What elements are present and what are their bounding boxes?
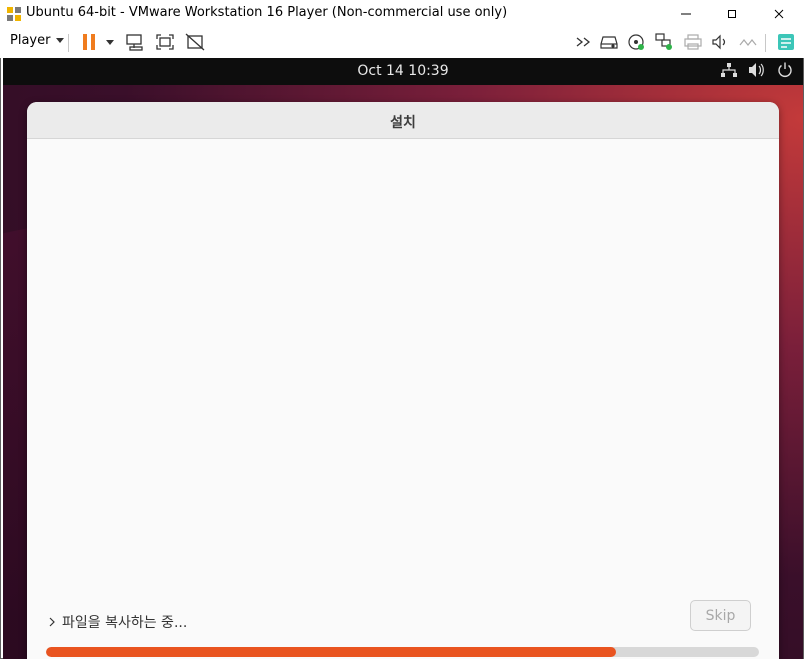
guest-display[interactable]: Oct 14 10:39 설치 파일을 복사하는 중... Skip (3, 58, 803, 659)
pause-icon (83, 34, 95, 50)
player-menu-button[interactable]: Player (10, 33, 65, 48)
hard-disk-button[interactable] (598, 31, 620, 53)
gnome-top-bar: Oct 14 10:39 (3, 58, 803, 85)
close-button[interactable] (756, 0, 802, 28)
network-icon (721, 63, 737, 77)
printer-icon (684, 34, 702, 50)
send-ctrl-alt-del-button[interactable] (124, 31, 146, 53)
pause-button[interactable] (78, 31, 100, 53)
vmware-app-icon (7, 7, 21, 21)
toolbar-divider (68, 34, 69, 52)
more-devices-button[interactable] (573, 31, 595, 53)
chevron-down-icon (56, 38, 65, 43)
minimize-button[interactable] (663, 0, 709, 28)
sound-card-button[interactable] (709, 31, 731, 53)
hard-disk-icon (600, 36, 618, 49)
fullscreen-button[interactable] (154, 31, 176, 53)
unity-button[interactable] (184, 31, 206, 53)
sound-card-icon (712, 34, 726, 50)
cd-dvd-button[interactable] (625, 31, 647, 53)
unity-icon (185, 33, 205, 51)
send-ctrl-alt-del-icon (126, 34, 143, 51)
clock[interactable]: Oct 14 10:39 (3, 63, 803, 79)
status-text: 파일을 복사하는 중... (62, 615, 188, 631)
chevron-right-icon (49, 617, 55, 627)
usb-icon (739, 39, 757, 46)
maximize-icon (728, 10, 736, 18)
window-title: Ubuntu 64-bit - VMware Workstation 16 Pl… (26, 5, 508, 20)
usb-button[interactable] (737, 31, 759, 53)
printer-button[interactable] (682, 31, 704, 53)
message-log-button[interactable] (775, 31, 797, 53)
fullscreen-icon (156, 34, 174, 50)
vmware-toolbar: Player (0, 28, 806, 58)
cd-dvd-icon (628, 34, 644, 50)
player-menu-label: Player (10, 33, 51, 48)
network-adapter-button[interactable] (653, 31, 675, 53)
power-icon (778, 62, 792, 77)
status-expander[interactable]: 파일을 복사하는 중... (49, 612, 187, 632)
installer-window: 설치 파일을 복사하는 중... Skip (27, 102, 779, 659)
install-progress-fill (46, 647, 617, 657)
toolbar-divider (765, 34, 766, 52)
network-adapter-icon (655, 33, 672, 50)
maximize-button[interactable] (709, 0, 755, 28)
volume-icon (749, 63, 764, 77)
more-icon (576, 37, 591, 47)
message-log-icon (778, 34, 794, 50)
system-tray[interactable] (721, 62, 793, 78)
power-options-dropdown[interactable] (99, 31, 121, 53)
skip-button[interactable]: Skip (690, 600, 751, 631)
close-icon (774, 9, 784, 19)
minimize-icon (681, 13, 691, 15)
dropdown-icon (106, 39, 114, 45)
installer-header: 설치 (27, 102, 779, 139)
window-titlebar: Ubuntu 64-bit - VMware Workstation 16 Pl… (0, 0, 806, 28)
install-progress-bar (46, 647, 759, 657)
installer-title: 설치 (390, 115, 416, 131)
